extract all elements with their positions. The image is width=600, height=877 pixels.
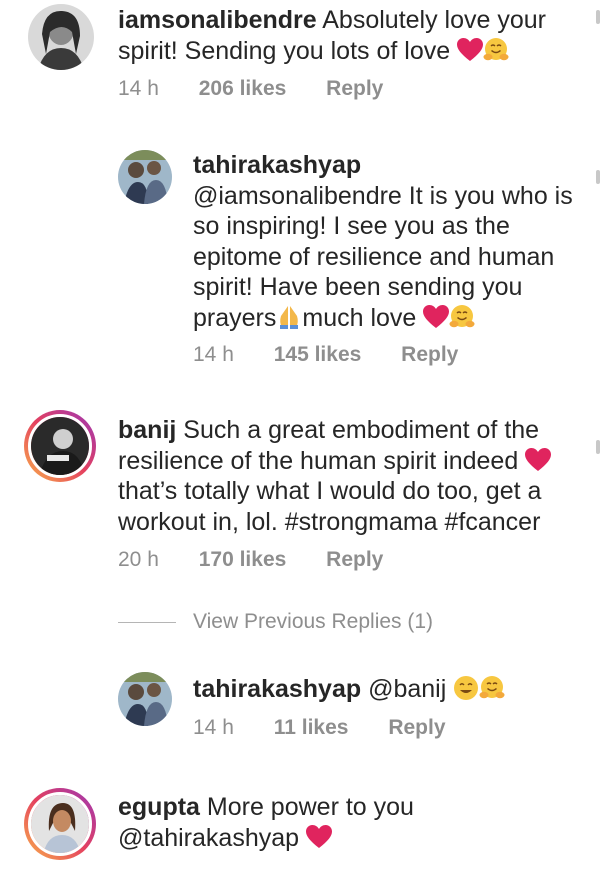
- comment-text: iamsonalibendre Absolutely love your spi…: [118, 5, 558, 66]
- timestamp: 14 h: [193, 343, 234, 366]
- hugging-face-icon: [483, 37, 509, 63]
- comment-meta: 14 h 206 likes Reply: [118, 77, 383, 101]
- reply-button[interactable]: Reply: [401, 343, 458, 367]
- timestamp: 14 h: [193, 716, 234, 739]
- comment-meta: 14 h 11 likes Reply: [193, 716, 446, 740]
- reply-button[interactable]: Reply: [388, 716, 445, 740]
- like-heart-edge[interactable]: [596, 10, 600, 24]
- avatar[interactable]: [118, 150, 172, 204]
- likes-count[interactable]: 170 likes: [199, 548, 287, 572]
- comment-body: @banij: [368, 675, 447, 703]
- timestamp: 20 h: [118, 548, 159, 571]
- comment-meta: 20 h 170 likes Reply: [118, 548, 383, 572]
- avatar[interactable]: [118, 672, 172, 726]
- heart-icon: [457, 38, 483, 62]
- divider-line: [118, 622, 176, 623]
- likes-count[interactable]: 206 likes: [199, 77, 287, 101]
- avatar-story-ring[interactable]: [24, 788, 96, 860]
- comment-text: egupta More power to you @tahirakashyap: [118, 792, 538, 853]
- comment-meta: 14 h 145 likes Reply: [193, 343, 458, 367]
- view-previous-label[interactable]: View Previous Replies (1): [193, 610, 433, 634]
- likes-count[interactable]: 11 likes: [274, 716, 349, 740]
- username[interactable]: iamsonalibendre: [118, 6, 317, 34]
- username[interactable]: tahirakashyap: [193, 675, 361, 703]
- comment-egupta: egupta More power to you @tahirakashyap: [0, 780, 600, 877]
- heart-icon: [306, 825, 332, 849]
- folded-hands-icon: [276, 304, 302, 330]
- avatar-story-ring[interactable]: [24, 410, 96, 482]
- comment-body-end: much love: [302, 303, 417, 332]
- username[interactable]: banij: [118, 416, 176, 444]
- comment-iamsonalibendre: iamsonalibendre Absolutely love your spi…: [0, 0, 600, 110]
- comment-text: banij Such a great embodiment of the res…: [118, 415, 578, 537]
- heart-icon: [525, 448, 551, 472]
- likes-count[interactable]: 145 likes: [274, 343, 362, 367]
- username[interactable]: egupta: [118, 793, 200, 821]
- like-heart-edge[interactable]: [596, 170, 600, 184]
- heart-icon: [423, 305, 449, 329]
- avatar[interactable]: [28, 4, 94, 70]
- avatar: [28, 414, 92, 478]
- hugging-face-icon: [449, 304, 475, 330]
- reply-button[interactable]: Reply: [326, 77, 383, 101]
- timestamp: 14 h: [118, 77, 159, 100]
- comment-text: tahirakashyap @banij: [193, 674, 573, 705]
- smiling-face-icon: [453, 675, 479, 701]
- comment-body-end: that’s totally what I would do too, get …: [118, 477, 542, 536]
- like-heart-edge[interactable]: [596, 440, 600, 454]
- username[interactable]: tahirakashyap: [193, 151, 361, 179]
- reply-button[interactable]: Reply: [326, 548, 383, 572]
- hugging-face-icon: [479, 675, 505, 701]
- comment-text: tahirakashyap @iamsonalibendre It is you…: [193, 150, 573, 333]
- comment-banij: banij Such a great embodiment of the res…: [0, 408, 600, 598]
- reply-tahirakashyap: tahirakashyap @iamsonalibendre It is you…: [0, 140, 600, 380]
- reply-tahirakashyap-2: tahirakashyap @banij 14 h 11 likes Reply: [0, 668, 600, 758]
- avatar: [28, 792, 92, 856]
- view-previous-replies[interactable]: View Previous Replies (1): [118, 608, 478, 638]
- comment-body: Such a great embodiment of the resilienc…: [118, 416, 540, 475]
